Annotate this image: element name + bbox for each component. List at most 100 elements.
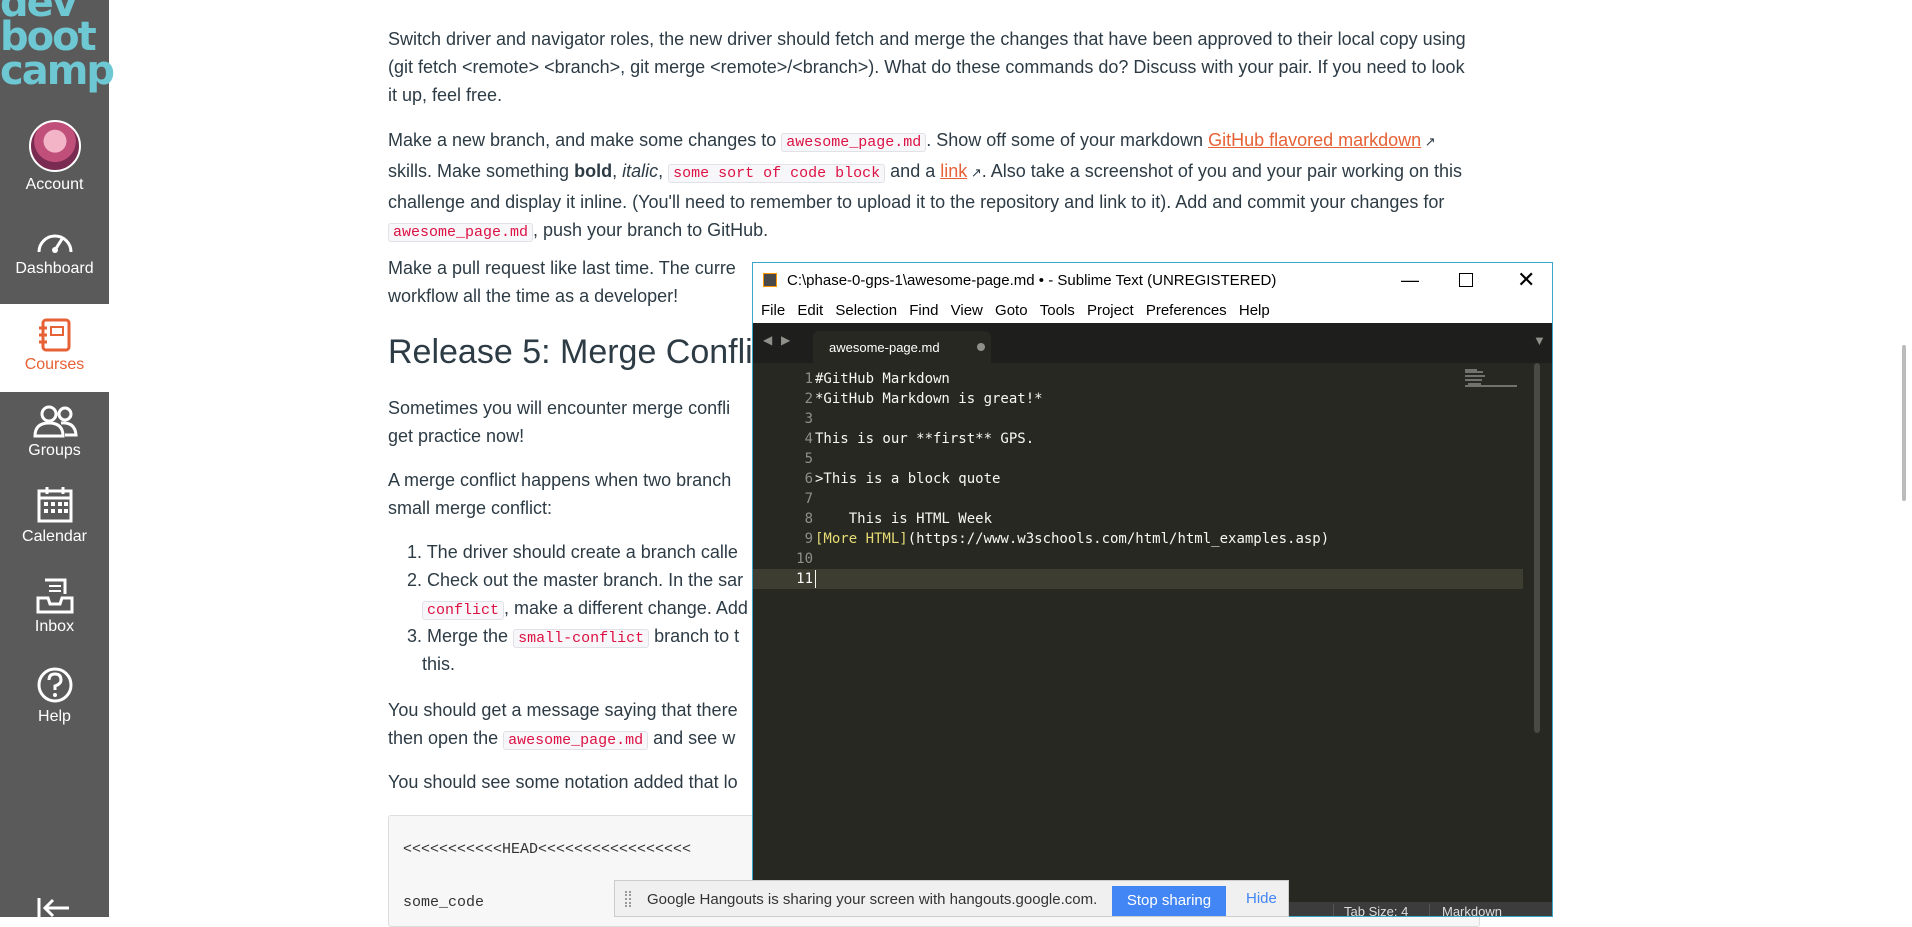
minimap[interactable] [1465,369,1525,409]
nav-item-help[interactable]: Help [0,666,109,726]
line-number: 4 [804,431,813,447]
page-scrollbar[interactable] [1902,345,1906,501]
line-number: 7 [804,491,813,507]
release-5-heading: Release 5: Merge Conflic [388,333,770,371]
inline-code: awesome_page.md [781,133,927,152]
line-number: 9 [804,531,813,547]
nav-item-label: Courses [24,356,85,373]
markdown-link-text: [More HTML] [815,531,908,547]
nav-item-account[interactable]: Account [0,120,109,194]
code-line: [More HTML](https://www.w3schools.com/ht… [815,529,1329,549]
nav-item-courses[interactable]: Courses [0,304,109,392]
code-editor[interactable]: 1 2 3 4 5 6 7 8 9 10 11 #GitHub Markdown… [753,363,1552,903]
hide-button[interactable]: Hide [1246,890,1277,907]
markdown-link-url: (https://www.w3schools.com/html/html_exa… [907,531,1330,547]
editor-scrollbar-thumb[interactable] [1534,363,1540,733]
nav-item-calendar[interactable]: Calendar [0,486,109,546]
code-line-cursor [815,569,1329,589]
tab-prev-arrow-icon[interactable]: ◀ [763,333,772,347]
maximize-icon[interactable] [1459,273,1473,287]
inline-code: conflict [422,601,505,620]
menu-tools[interactable]: Tools [1040,299,1075,323]
nav-item-label: Inbox [34,618,75,635]
menu-find[interactable]: Find [909,299,938,323]
logo-word-camp: camp [0,48,115,94]
list-number: 3. [406,626,422,646]
nav-item-inbox[interactable]: Inbox [0,578,109,636]
text: then open the [388,728,504,748]
courses-icon [38,318,70,352]
list-number: 2. [406,570,422,590]
tab-awesome-page[interactable]: awesome-page.md [813,331,991,363]
code-text[interactable]: #GitHub Markdown *GitHub Markdown is gre… [815,369,1329,589]
list-item: 3. Merge the small-conflict branch to t [388,622,739,653]
tab-next-arrow-icon[interactable]: ▶ [781,333,790,347]
menu-help[interactable]: Help [1239,299,1270,323]
sublime-text-window: C:\phase-0-gps-1\awesome-page.md • - Sub… [752,262,1553,917]
code-line: This is our **first** GPS. [815,431,1035,447]
menu-preferences[interactable]: Preferences [1146,299,1227,323]
devbootcamp-logo[interactable]: dev boot camp [0,0,115,94]
github-flavored-markdown-link[interactable]: GitHub flavored markdown [1208,130,1421,150]
close-icon[interactable]: ✕ [1517,267,1535,293]
menu-view[interactable]: View [951,299,983,323]
code-line: This is HTML Week [815,511,993,527]
menu-project[interactable]: Project [1087,299,1134,323]
tab-label: awesome-page.md [829,340,940,355]
drag-handle-icon[interactable] [625,891,631,907]
window-titlebar[interactable]: C:\phase-0-gps-1\awesome-page.md • - Sub… [753,263,1552,299]
menu-bar: File Edit Selection Find View Goto Tools… [753,299,1552,323]
nav-item-dashboard[interactable]: Dashboard [0,226,109,278]
nav-item-label: Account [25,176,84,193]
code-line: some_code [403,894,485,911]
text: skills. Make something [388,161,575,181]
line-number: 2 [804,391,813,407]
menu-goto[interactable]: Goto [995,299,1028,323]
status-syntax[interactable]: Markdown [1429,904,1502,916]
help-icon [37,667,72,703]
tab-bar: ◀ ▶ awesome-page.md ▼ [753,323,1552,363]
line-number: 10 [796,551,813,567]
code-line: #GitHub Markdown [815,371,950,387]
text: and a [885,161,941,181]
inbox-icon [36,578,73,614]
window-title: C:\phase-0-gps-1\awesome-page.md • - Sub… [787,272,1277,289]
list-number: 1. [406,542,422,562]
list-item: 1. The driver should create a branch cal… [388,538,738,566]
list-item-continuation: conflict, make a different change. Add [422,594,748,625]
line-number: 5 [804,451,813,467]
nav-item-label: Help [38,708,71,725]
collapse-nav-button[interactable] [0,896,109,918]
global-nav: dev boot camp Account Dashboard Courses [0,0,115,918]
calendar-icon [37,487,72,523]
paragraph-new-branch: Make a new branch, and make some changes… [388,126,1478,247]
list-text: this. [422,654,456,674]
link-link[interactable]: link [940,161,967,181]
stop-sharing-button[interactable]: Stop sharing [1112,886,1226,916]
menu-selection[interactable]: Selection [835,299,897,323]
dashboard-icon [37,234,72,253]
nav-item-groups[interactable]: Groups [0,404,109,460]
code-line: >This is a block quote [815,471,1001,487]
line-number-gutter: 1 2 3 4 5 6 7 8 9 10 11 [753,369,813,589]
tab-dropdown-icon[interactable]: ▼ [1533,333,1546,348]
inline-code: small-conflict [513,629,650,648]
status-tab-size[interactable]: Tab Size: 4 [1333,904,1408,916]
menu-edit[interactable]: Edit [797,299,823,323]
text: , push your branch to GitHub. [533,220,769,240]
unsaved-dot-icon[interactable] [977,343,985,351]
menu-file[interactable]: File [761,299,785,323]
sublime-app-icon [763,273,777,287]
list-text: Merge the [427,626,514,646]
collapse-arrow-icon [37,898,69,918]
list-text: Check out the master branch. In the sar [427,570,744,590]
line-number: 6 [804,471,813,487]
editor-scrollbar[interactable] [1531,363,1543,743]
code-line: <<<<<<<<<<<HEAD<<<<<<<<<<<<<<<<< [403,841,692,858]
text: Make a new branch, and make some changes… [388,130,782,150]
inline-code: awesome_page.md [503,731,649,750]
list-text: The driver should create a branch calle [426,542,738,562]
minimize-icon[interactable]: — [1401,270,1419,291]
avatar [28,120,81,172]
